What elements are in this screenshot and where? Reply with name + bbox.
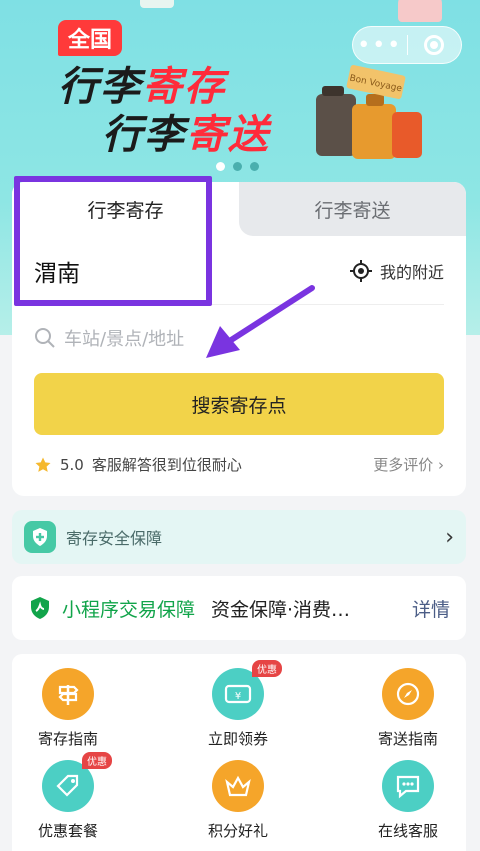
storage-safety-banner[interactable]: 寄存安全保障 › [12,510,466,564]
tab-luggage-delivery[interactable]: 行李寄送 [239,182,466,236]
miniprogram-capsule: ••• [352,26,462,64]
compass-icon [382,668,434,720]
grid-item-delivery-guide[interactable]: 寄送指南 [358,668,458,749]
coupon-icon: ¥ 优惠 [212,660,282,720]
search-placeholder: 车站/景点/地址 [64,329,185,350]
grid-item-label: 寄送指南 [377,730,438,748]
chat-icon [382,760,434,812]
grid-item-label: 优惠套餐 [37,822,98,840]
trade-title: 小程序交易保障 [62,598,196,621]
trade-detail-link[interactable]: 详情 [412,595,450,622]
grid-item-label: 在线客服 [377,822,438,840]
search-storage-button[interactable]: 搜索寄存点 [34,373,444,435]
locate-icon [349,260,372,282]
safety-label: 寄存安全保障 [66,529,163,548]
promo-tag: 优惠 [82,752,112,769]
svg-text:¥: ¥ [235,691,241,702]
nearby-button[interactable]: 我的附近 [349,259,444,283]
highlight-box [14,176,212,306]
trade-desc: 资金保障·消费… [211,598,351,621]
suitcases-illustration: Bon Voyage [316,64,422,159]
star-icon [35,457,51,472]
target-icon [424,35,445,55]
grid-item-label: 积分好礼 [207,822,268,840]
search-icon [35,328,55,348]
more-reviews-link[interactable]: 更多评价 › [373,454,444,475]
carousel-dot[interactable] [233,162,242,171]
carousel-dot[interactable] [250,162,259,171]
annotation-arrow [206,285,315,358]
grid-item-label: 立即领券 [207,730,268,748]
banner-headline-2: 行李寄送 [102,112,270,158]
banner-badge: 全国 [58,20,123,56]
search-input[interactable]: 车站/景点/地址 [34,320,184,356]
promo-tag: 优惠 [252,660,282,677]
exit-button[interactable] [408,35,462,55]
grid-item-points-gifts[interactable]: 积分好礼 [188,760,288,841]
review-summary: 5.0 客服解答很到位很耐心 [34,454,242,475]
rating-value: 5.0 [60,455,84,474]
guarantee-shield-icon [31,597,49,619]
review-text: 客服解答很到位很耐心 [91,456,242,474]
chevron-right-icon: › [438,456,444,474]
carousel-dots [216,162,259,171]
grid-item-label: 寄存指南 [37,730,98,748]
crown-icon [212,760,264,812]
more-options-button[interactable]: ••• [353,33,407,58]
grid-item-online-service[interactable]: 在线客服 [358,760,458,841]
signpost-icon [42,668,94,720]
grid-item-coupon[interactable]: ¥ 优惠 立即领券 [188,660,288,749]
grid-item-storage-guide[interactable]: 寄存指南 [18,668,118,749]
carousel-dot[interactable] [216,162,225,171]
more-reviews-label: 更多评价 [373,456,434,474]
trade-guarantee-bar[interactable]: 小程序交易保障 资金保障·消费… 详情 [12,576,466,640]
price-tag-icon: 优惠 [42,752,112,812]
nearby-label: 我的附近 [379,263,444,282]
grid-item-discount-package[interactable]: 优惠 优惠套餐 [18,752,118,841]
review-row: 5.0 客服解答很到位很耐心 更多评价 › [34,454,444,475]
function-grid: 寄存指南 ¥ 优惠 立即领券 寄送指南 优惠 优惠套餐 积分好礼 在线客服 [12,654,466,851]
parachute-decoration [140,0,174,8]
shield-icon [24,521,56,553]
parachute-decoration [398,0,442,22]
chevron-right-icon: › [445,524,454,550]
